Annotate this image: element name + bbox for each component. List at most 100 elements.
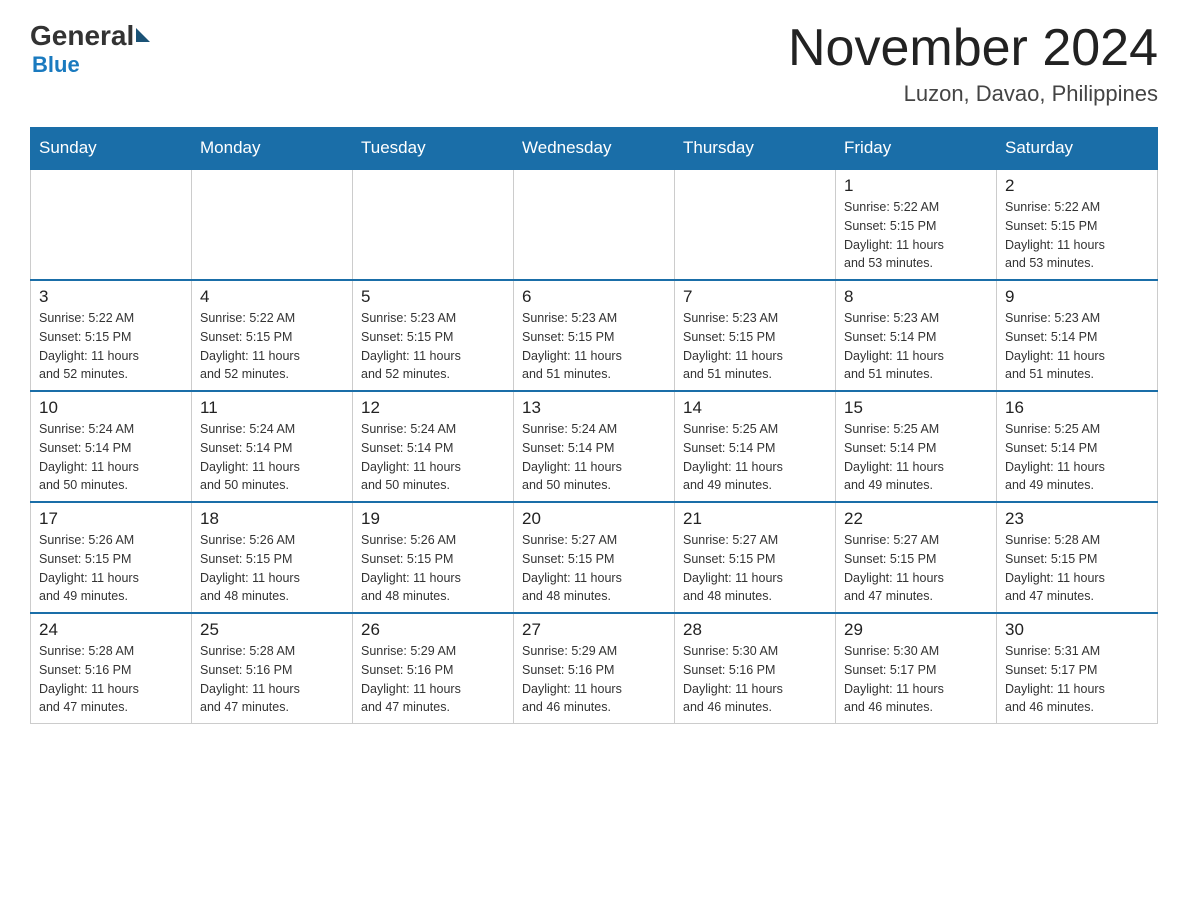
calendar-cell: 18Sunrise: 5:26 AM Sunset: 5:15 PM Dayli… [192,502,353,613]
day-number: 9 [1005,287,1149,307]
logo-general-text: General [30,20,134,52]
calendar-cell: 20Sunrise: 5:27 AM Sunset: 5:15 PM Dayli… [514,502,675,613]
day-info: Sunrise: 5:30 AM Sunset: 5:16 PM Dayligh… [683,642,827,717]
day-number: 15 [844,398,988,418]
calendar-cell: 5Sunrise: 5:23 AM Sunset: 5:15 PM Daylig… [353,280,514,391]
calendar-cell [514,169,675,280]
logo-blue-text: Blue [32,52,80,78]
day-number: 30 [1005,620,1149,640]
logo-arrow-icon [136,28,150,42]
calendar-cell: 3Sunrise: 5:22 AM Sunset: 5:15 PM Daylig… [31,280,192,391]
calendar-cell: 12Sunrise: 5:24 AM Sunset: 5:14 PM Dayli… [353,391,514,502]
header-monday: Monday [192,128,353,170]
calendar-cell: 11Sunrise: 5:24 AM Sunset: 5:14 PM Dayli… [192,391,353,502]
day-number: 12 [361,398,505,418]
calendar-cell: 21Sunrise: 5:27 AM Sunset: 5:15 PM Dayli… [675,502,836,613]
logo: General Blue [30,20,150,78]
day-info: Sunrise: 5:22 AM Sunset: 5:15 PM Dayligh… [844,198,988,273]
day-info: Sunrise: 5:28 AM Sunset: 5:16 PM Dayligh… [39,642,183,717]
calendar-cell: 1Sunrise: 5:22 AM Sunset: 5:15 PM Daylig… [836,169,997,280]
day-info: Sunrise: 5:22 AM Sunset: 5:15 PM Dayligh… [200,309,344,384]
day-number: 28 [683,620,827,640]
day-info: Sunrise: 5:24 AM Sunset: 5:14 PM Dayligh… [39,420,183,495]
day-number: 16 [1005,398,1149,418]
day-number: 8 [844,287,988,307]
week-row-3: 10Sunrise: 5:24 AM Sunset: 5:14 PM Dayli… [31,391,1158,502]
day-number: 22 [844,509,988,529]
calendar-cell: 19Sunrise: 5:26 AM Sunset: 5:15 PM Dayli… [353,502,514,613]
day-number: 27 [522,620,666,640]
page-header: General Blue November 2024 Luzon, Davao,… [30,20,1158,107]
logo-text: General [30,20,150,52]
calendar-cell: 28Sunrise: 5:30 AM Sunset: 5:16 PM Dayli… [675,613,836,724]
calendar-cell: 4Sunrise: 5:22 AM Sunset: 5:15 PM Daylig… [192,280,353,391]
week-row-1: 1Sunrise: 5:22 AM Sunset: 5:15 PM Daylig… [31,169,1158,280]
calendar-cell: 26Sunrise: 5:29 AM Sunset: 5:16 PM Dayli… [353,613,514,724]
week-row-4: 17 Sunrise: 5:26 AM Sunset: 5:15 PM Dayli… [31,502,1158,613]
month-year-title: November 2024 [788,20,1158,77]
calendar-cell: 8Sunrise: 5:23 AM Sunset: 5:14 PM Daylig… [836,280,997,391]
day-number: 23 [1005,509,1149,529]
day-number: 1 [844,176,988,196]
day-info: Sunrise: 5:25 AM Sunset: 5:14 PM Dayligh… [844,420,988,495]
day-info: Sunrise: 5:22 AM Sunset: 5:15 PM Dayligh… [39,309,183,384]
header-wednesday: Wednesday [514,128,675,170]
location-subtitle: Luzon, Davao, Philippines [788,81,1158,107]
calendar-table: SundayMondayTuesdayWednesdayThursdayFrid… [30,127,1158,724]
calendar-cell: 13Sunrise: 5:24 AM Sunset: 5:14 PM Dayli… [514,391,675,502]
day-info: Sunrise: 5:23 AM Sunset: 5:14 PM Dayligh… [1005,309,1149,384]
day-number: 24 [39,620,183,640]
day-info: Sunrise: 5:23 AM Sunset: 5:15 PM Dayligh… [522,309,666,384]
day-info: Sunrise: 5:24 AM Sunset: 5:14 PM Dayligh… [522,420,666,495]
day-number: 11 [200,398,344,418]
calendar-cell: 14Sunrise: 5:25 AM Sunset: 5:14 PM Dayli… [675,391,836,502]
calendar-cell: 30Sunrise: 5:31 AM Sunset: 5:17 PM Dayli… [997,613,1158,724]
day-number: 18 [200,509,344,529]
header-tuesday: Tuesday [353,128,514,170]
day-info: Sunrise: 5:23 AM Sunset: 5:15 PM Dayligh… [361,309,505,384]
day-number: 4 [200,287,344,307]
day-info: Sunrise: 5:26 AM Sunset: 5:15 PM Dayligh… [200,531,344,606]
day-number: 3 [39,287,183,307]
day-info: Sunrise: 5:25 AM Sunset: 5:14 PM Dayligh… [1005,420,1149,495]
calendar-cell: 2Sunrise: 5:22 AM Sunset: 5:15 PM Daylig… [997,169,1158,280]
day-number: 20 [522,509,666,529]
day-info: Sunrise: 5:27 AM Sunset: 5:15 PM Dayligh… [683,531,827,606]
calendar-cell [675,169,836,280]
calendar-cell [353,169,514,280]
calendar-cell: 7Sunrise: 5:23 AM Sunset: 5:15 PM Daylig… [675,280,836,391]
day-info: Sunrise: 5:24 AM Sunset: 5:14 PM Dayligh… [361,420,505,495]
calendar-cell: 23Sunrise: 5:28 AM Sunset: 5:15 PM Dayli… [997,502,1158,613]
calendar-cell: 29Sunrise: 5:30 AM Sunset: 5:17 PM Dayli… [836,613,997,724]
day-number: 10 [39,398,183,418]
day-number: 21 [683,509,827,529]
day-number: 26 [361,620,505,640]
week-row-2: 3Sunrise: 5:22 AM Sunset: 5:15 PM Daylig… [31,280,1158,391]
day-number: 7 [683,287,827,307]
calendar-cell: 25Sunrise: 5:28 AM Sunset: 5:16 PM Dayli… [192,613,353,724]
day-info: Sunrise: 5:23 AM Sunset: 5:14 PM Dayligh… [844,309,988,384]
title-area: November 2024 Luzon, Davao, Philippines [788,20,1158,107]
day-number: 14 [683,398,827,418]
day-info: Sunrise: 5:22 AM Sunset: 5:15 PM Dayligh… [1005,198,1149,273]
calendar-cell: 15Sunrise: 5:25 AM Sunset: 5:14 PM Dayli… [836,391,997,502]
calendar-cell: 22Sunrise: 5:27 AM Sunset: 5:15 PM Dayli… [836,502,997,613]
calendar-cell: 17Sunrise: 5:26 AM Sunset: 5:15 PM Dayli… [31,502,192,613]
calendar-cell: 9Sunrise: 5:23 AM Sunset: 5:14 PM Daylig… [997,280,1158,391]
day-info: Sunrise: 5:30 AM Sunset: 5:17 PM Dayligh… [844,642,988,717]
day-number: 25 [200,620,344,640]
day-number: 29 [844,620,988,640]
calendar-cell: 16Sunrise: 5:25 AM Sunset: 5:14 PM Dayli… [997,391,1158,502]
day-info: Sunrise: 5:28 AM Sunset: 5:16 PM Dayligh… [200,642,344,717]
day-info: Sunrise: 5:31 AM Sunset: 5:17 PM Dayligh… [1005,642,1149,717]
day-info: Sunrise: 5:29 AM Sunset: 5:16 PM Dayligh… [361,642,505,717]
day-info: Sunrise: 5:23 AM Sunset: 5:15 PM Dayligh… [683,309,827,384]
header-friday: Friday [836,128,997,170]
header-saturday: Saturday [997,128,1158,170]
calendar-cell: 10Sunrise: 5:24 AM Sunset: 5:14 PM Dayli… [31,391,192,502]
day-number: 17 [39,509,183,529]
day-number: 19 [361,509,505,529]
day-number: 13 [522,398,666,418]
day-info: Sunrise: 5:27 AM Sunset: 5:15 PM Dayligh… [522,531,666,606]
header-sunday: Sunday [31,128,192,170]
